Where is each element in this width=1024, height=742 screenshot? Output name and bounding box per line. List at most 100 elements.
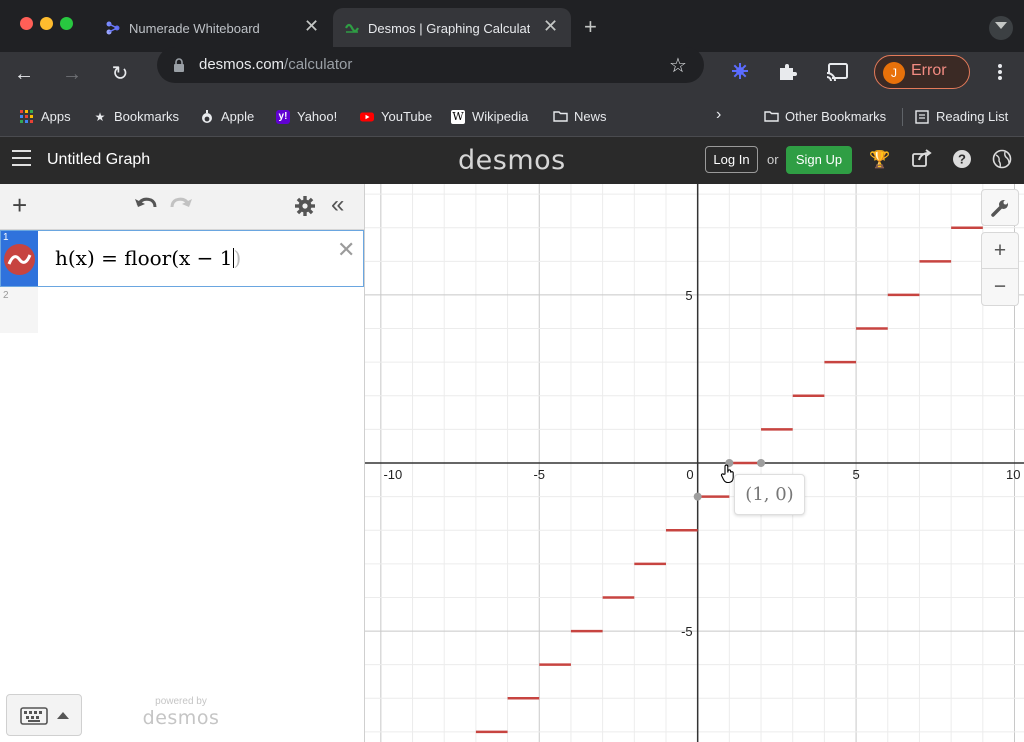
desmos-logo: desmos [458,145,566,176]
graph-title[interactable]: Untitled Graph [47,151,150,169]
bookmark-news[interactable]: News [553,109,607,124]
keypad-toggle-button[interactable] [6,694,82,736]
zoom-in-button[interactable]: + [981,232,1019,269]
undo-icon[interactable] [133,193,159,218]
tab-strip: Numerade Whiteboard ✕ Desmos | Graphing … [0,0,1024,52]
share-icon[interactable] [911,149,933,171]
bookmark-label: Reading List [936,109,1009,124]
forward-button[interactable]: → [58,60,86,88]
collapse-panel-icon[interactable]: « [331,193,344,217]
x-tick-label: -10 [383,467,402,482]
hamburger-menu-icon[interactable] [12,150,31,166]
close-tab-icon[interactable]: ✕ [543,16,558,37]
bookmark-star-icon[interactable]: ☆ [669,53,687,78]
bookmark-label: Apps [41,109,71,124]
folder-icon [764,110,779,124]
graph-svg[interactable]: -10 -5 0 5 10 -5 5 [365,184,1024,742]
highlight-point [693,492,702,501]
powered-by-desmos[interactable]: powered by desmos [141,696,221,729]
expression-toolbar: + « [0,184,364,230]
maximize-window-button[interactable] [60,17,73,30]
close-window-button[interactable] [20,17,33,30]
back-button[interactable]: ← [10,60,38,88]
close-tab-icon[interactable]: ✕ [304,16,319,37]
minimize-window-button[interactable] [40,17,53,30]
bookmark-apple[interactable]: Apple [200,109,254,124]
browser-menu-icon[interactable] [995,62,1005,82]
bookmark-label: Wikipedia [472,109,529,124]
expression-tab[interactable]: 1 [1,231,38,286]
y-tick-label: -5 [681,624,693,639]
bookmark-label: YouTube [381,109,433,124]
apps-grid-icon [20,109,34,124]
desmos-favicon [344,20,360,36]
delete-expression-icon[interactable]: ✕ [337,237,355,263]
extensions-puzzle-icon[interactable] [777,61,799,83]
star-icon: ★ [94,109,106,124]
settings-gear-icon[interactable] [294,195,316,222]
profile-avatar: J [883,62,905,84]
bookmark-yahoo[interactable]: y! Yahoo! [276,109,337,124]
redo-icon[interactable] [168,193,194,218]
youtube-icon [360,110,374,124]
bookmark-youtube[interactable]: YouTube [360,109,432,124]
address-bar[interactable]: desmos.com/calculator ☆ [157,47,704,83]
bookmark-label: Other Bookmarks [785,109,887,124]
graph-paper[interactable]: -10 -5 0 5 10 -5 5 [365,184,1024,742]
or-label: or [767,152,779,167]
reload-button[interactable]: ↻ [106,60,134,88]
new-tab-button[interactable]: + [584,14,597,40]
highlight-point [757,459,766,467]
keyboard-icon [20,707,48,730]
reading-list-button[interactable]: Reading List [915,109,1008,124]
desmos-header: Untitled Graph desmos Log In or Sign Up … [0,137,1024,184]
expression-number: 1 [3,232,9,243]
x-tick-label: 5 [852,467,859,482]
expression-closing-paren: ) [233,246,242,270]
bookmarks-divider [902,108,903,126]
bookmarks-overflow-chevron-icon[interactable]: › [716,106,721,124]
language-globe-icon[interactable] [991,149,1013,171]
chevron-down-icon [995,22,1007,29]
extension-icon[interactable] [731,62,749,80]
trophy-icon[interactable]: 🏆 [869,149,891,171]
bookmarks-bar: Apps ★ Bookmarks Apple y! Yahoo! YouTube… [0,96,1024,137]
profile-status: Error [911,62,947,79]
bookmark-bookmarks[interactable]: ★ Bookmarks [93,109,179,124]
expression-input[interactable]: h(x) = floor(x − 1) [55,246,241,270]
url-text: desmos.com/calculator [199,56,352,73]
bookmark-label: Bookmarks [114,109,180,124]
graph-settings-wrench-icon[interactable] [981,189,1019,226]
x-tick-label: -5 [533,467,545,482]
bookmark-wikipedia[interactable]: W Wikipedia [451,109,528,124]
expression-row-2[interactable]: 2 [0,287,38,333]
tab-desmos[interactable]: Desmos | Graphing Calculator ✕ [333,8,571,52]
lock-icon [173,58,185,72]
tab-title: Desmos | Graphing Calculator [368,21,530,36]
point-coordinate-label: (1, 0) [734,474,805,515]
y-tick-label: 5 [685,288,692,303]
yahoo-icon: y! [276,109,290,124]
browser-window: Numerade Whiteboard ✕ Desmos | Graphing … [0,0,1024,742]
expression-row-1[interactable]: 1 h(x) = floor(x − 1) ✕ [0,230,364,287]
help-icon[interactable]: ? [951,149,973,171]
profile-error-button[interactable]: J Error [874,55,970,89]
bookmark-label: News [574,109,607,124]
login-button[interactable]: Log In [705,146,758,173]
bookmark-apps[interactable]: Apps [20,109,71,124]
zoom-out-button[interactable]: − [981,269,1019,306]
expression-color-icon[interactable] [4,244,35,275]
cast-icon[interactable] [826,62,850,82]
wikipedia-icon: W [451,109,465,124]
signup-button[interactable]: Sign Up [786,146,852,174]
expression-number: 2 [3,290,9,301]
svg-text:?: ? [958,152,966,167]
tab-numerade[interactable]: Numerade Whiteboard ✕ [92,8,332,52]
add-expression-button[interactable]: + [12,192,27,218]
powered-by-logo: desmos [142,707,220,729]
reading-list-icon [915,109,929,124]
bookmark-label: Yahoo! [297,109,338,124]
caret-up-icon [57,712,69,719]
bookmark-other-bookmarks[interactable]: Other Bookmarks [764,109,886,124]
hand-cursor-icon [720,464,736,489]
